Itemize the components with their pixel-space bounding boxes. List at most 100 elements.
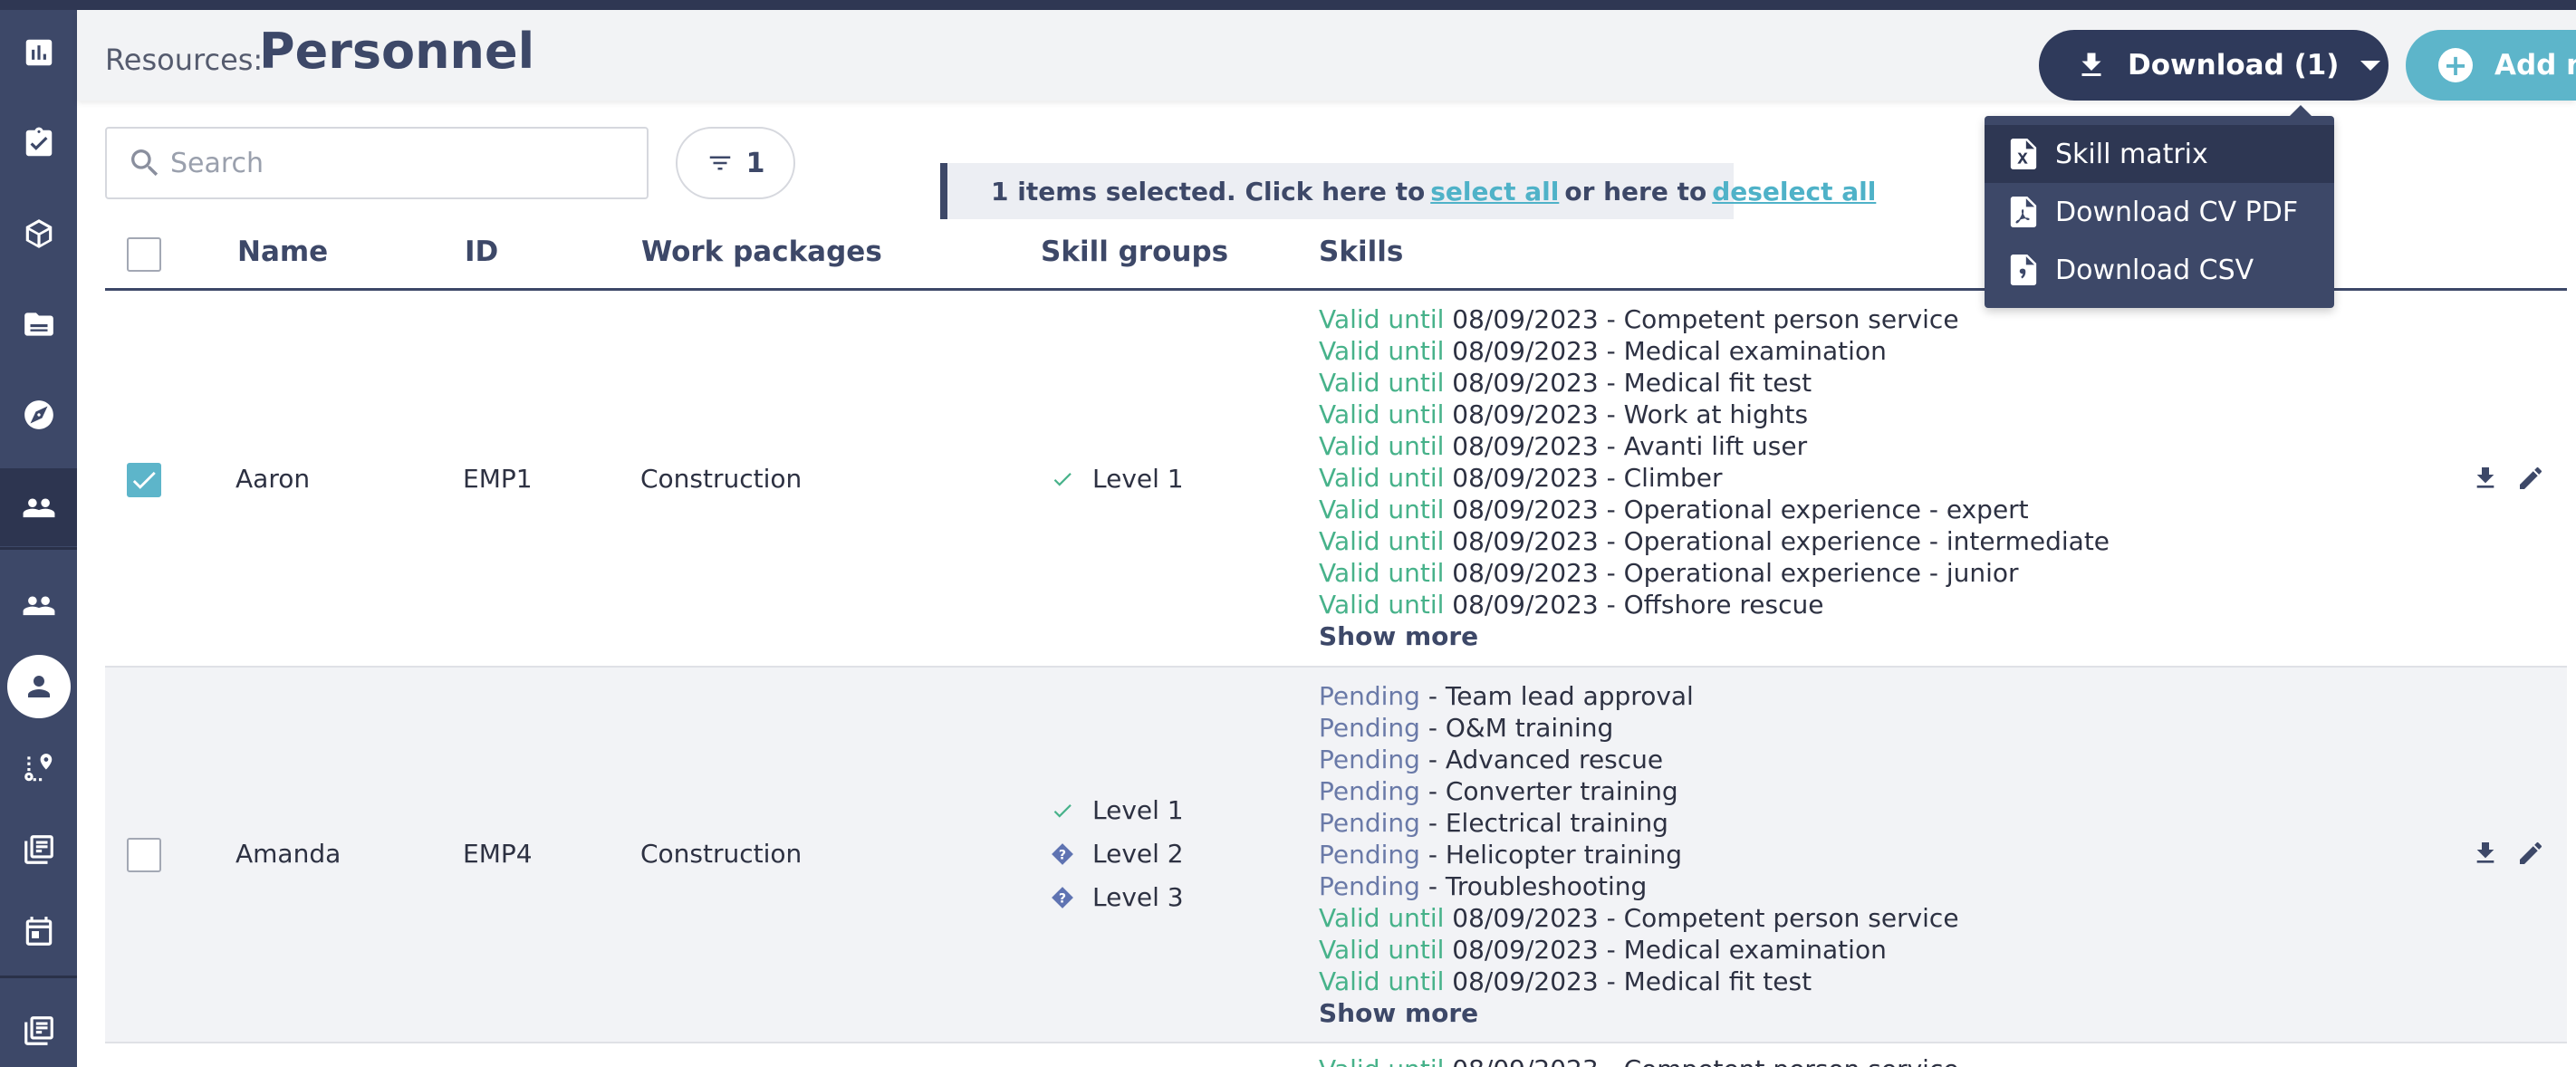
skill-status: Valid until <box>1319 966 1445 996</box>
skill-entry: Pending - Team lead approval <box>1319 680 1959 712</box>
skills-list: Valid until 08/09/2023 - Competent perso… <box>1319 303 2110 652</box>
skill-status: Valid until <box>1319 526 1445 556</box>
skill-status: Pending <box>1319 840 1420 870</box>
sidebar-item-resources[interactable] <box>0 468 77 546</box>
row-id: EMP1 <box>463 464 533 494</box>
column-header-skill-groups[interactable]: Skill groups <box>1041 236 1228 268</box>
menu-item-download-csv[interactable]: Download CSV <box>1985 241 2334 299</box>
skill-text: 08/09/2023 - Competent person service <box>1444 903 1959 933</box>
menu-item-label: Skill matrix <box>2055 138 2208 170</box>
skill-status: Valid until <box>1319 903 1445 933</box>
column-header-work-packages[interactable]: Work packages <box>641 236 882 268</box>
diamond-question-icon: ? <box>1051 886 1074 909</box>
skill-group-label: Level 3 <box>1092 882 1184 912</box>
page-header: Resources: Personnel Download (1) + Add … <box>77 10 2576 101</box>
skill-status: Pending <box>1319 871 1420 901</box>
row-id: EMP4 <box>463 839 533 869</box>
row-download-button[interactable] <box>2471 464 2500 493</box>
skill-entry: Valid until 08/09/2023 - Work at hights <box>1319 399 2110 430</box>
skill-text: - Helicopter training <box>1419 840 1683 870</box>
skill-entry: Pending - Electrical training <box>1319 807 1959 839</box>
skill-status: Pending <box>1319 808 1420 838</box>
column-header-skills[interactable]: Skills <box>1319 236 1403 268</box>
select-all-checkbox[interactable] <box>127 237 161 272</box>
row-work-package: Construction <box>640 464 803 494</box>
skill-entry: Valid until 08/09/2023 - Operational exp… <box>1319 525 2110 557</box>
sidebar-item-packages[interactable] <box>0 195 77 273</box>
diamond-question-icon: ? <box>1051 842 1074 866</box>
row-download-button[interactable] <box>2471 839 2500 868</box>
sidebar-item-dashboard[interactable] <box>0 14 77 91</box>
sidebar-item-tasks[interactable] <box>0 104 77 182</box>
check-icon <box>1051 799 1074 822</box>
skill-status: Valid until <box>1319 368 1445 398</box>
download-button[interactable]: Download (1) <box>2039 30 2389 101</box>
show-more-link[interactable]: Show more <box>1319 620 2110 652</box>
people-icon <box>23 596 54 616</box>
skill-entry: Pending - O&M training <box>1319 712 1959 744</box>
banner-text: 1 items selected. Click here to <box>991 176 1426 207</box>
menu-item-label: Download CSV <box>2055 254 2254 286</box>
skill-text: 08/09/2023 - Competent person service <box>1444 304 1959 334</box>
sidebar-item-documents[interactable] <box>0 285 77 363</box>
excel-file-icon <box>2010 139 2037 169</box>
banner-text: or here to <box>1564 176 1707 207</box>
skill-status: Valid until <box>1319 431 1445 461</box>
skill-text: 08/09/2023 - Medical fit test <box>1444 966 1812 996</box>
menu-item-download-cv-pdf[interactable]: Download CV PDF <box>1985 183 2334 241</box>
library-icon <box>24 1016 53 1045</box>
row-checkbox[interactable] <box>127 838 161 872</box>
menu-item-label: Download CV PDF <box>2055 196 2299 228</box>
pencil-icon <box>2520 841 2542 864</box>
skill-entry: Valid until 08/09/2023 - Avanti lift use… <box>1319 430 2110 462</box>
skill-entry: Valid until 08/09/2023 - Operational exp… <box>1319 494 2110 525</box>
skill-status: Valid until <box>1319 558 1445 588</box>
sidebar-item-library[interactable] <box>0 811 77 889</box>
skill-text: 08/09/2023 - Climber <box>1444 463 1723 493</box>
sidebar-separator <box>0 547 77 550</box>
skill-status: Pending <box>1319 745 1420 774</box>
sidebar-item-explore[interactable] <box>0 376 77 454</box>
skill-group-item: Level 1 <box>1051 795 1184 825</box>
skill-text: - O&M training <box>1419 713 1614 743</box>
sidebar-item-locations[interactable] <box>0 729 77 807</box>
breadcrumb-label: Resources: <box>105 43 264 77</box>
skill-text: - Converter training <box>1419 776 1678 806</box>
show-more-link[interactable]: Show more <box>1319 997 1959 1029</box>
column-header-id[interactable]: ID <box>465 236 498 268</box>
select-all-link[interactable]: select all <box>1430 177 1559 207</box>
sidebar-item-calendar[interactable] <box>0 892 77 970</box>
check-icon <box>132 471 156 489</box>
filter-button[interactable]: 1 <box>676 127 795 199</box>
menu-item-skill-matrix[interactable]: Skill matrix <box>1985 125 2334 183</box>
column-header-name[interactable]: Name <box>237 236 328 268</box>
search-box[interactable] <box>105 127 649 199</box>
people-icon <box>23 498 54 518</box>
skill-group-item: Level 1 <box>1051 464 1184 494</box>
skill-entry: Valid until 08/09/2023 - Medical examina… <box>1319 335 2110 367</box>
skills-list: Valid until 08/09/2023 - Competent perso… <box>1319 1053 1959 1067</box>
row-checkbox[interactable] <box>127 463 161 497</box>
skill-text: - Troubleshooting <box>1419 871 1648 901</box>
add-new-button[interactable]: + Add new <box>2406 30 2576 101</box>
skill-status: Valid until <box>1319 1054 1444 1067</box>
filter-count: 1 <box>745 147 765 179</box>
sidebar-item-reports[interactable] <box>0 992 77 1067</box>
check-icon <box>1051 467 1074 491</box>
skill-entry: Pending - Troubleshooting <box>1319 870 1959 902</box>
skill-status: Valid until <box>1319 463 1445 493</box>
skill-text: 08/09/2023 - Operational experience - ex… <box>1444 495 2029 524</box>
skill-status: Valid until <box>1319 399 1445 429</box>
skill-entry: Valid until 08/09/2023 - Climber <box>1319 462 2110 494</box>
row-edit-button[interactable] <box>2516 839 2545 868</box>
skill-text: 08/09/2023 - Work at hights <box>1444 399 1809 429</box>
sidebar-item-personnel[interactable] <box>0 648 77 726</box>
skill-status: Valid until <box>1319 935 1445 965</box>
deselect-all-link[interactable]: deselect all <box>1712 177 1876 207</box>
sidebar-separator <box>0 976 77 978</box>
sidebar-item-teams[interactable] <box>0 566 77 644</box>
skill-entry: Valid until 08/09/2023 - Offshore rescue <box>1319 589 2110 620</box>
skill-status: Valid until <box>1319 336 1445 366</box>
row-edit-button[interactable] <box>2516 464 2545 493</box>
search-input[interactable] <box>170 147 605 179</box>
